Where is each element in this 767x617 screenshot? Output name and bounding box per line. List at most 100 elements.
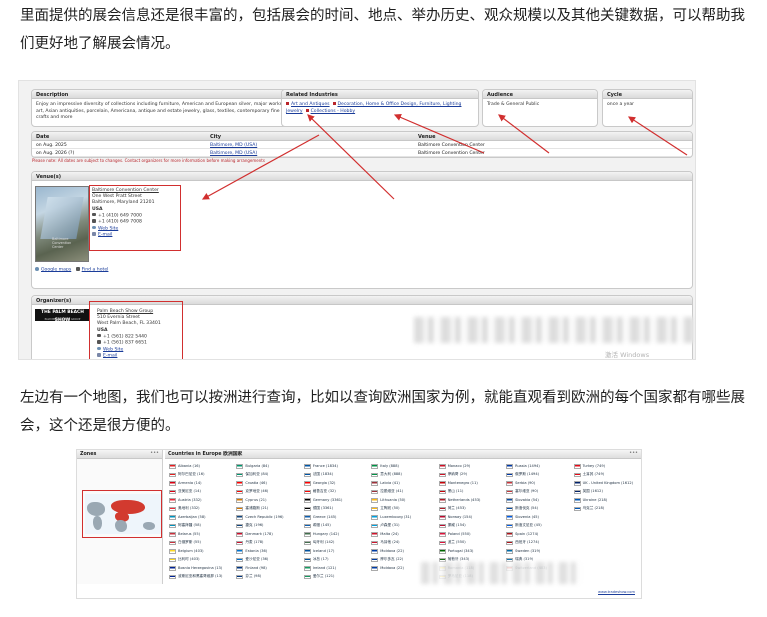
country-item[interactable]: 格鲁吉亚 (32) [303, 488, 369, 497]
country-item[interactable]: 保加利亚 (84) [236, 471, 301, 480]
country-item[interactable]: 克罗地亚 (46) [236, 488, 301, 497]
country-item[interactable]: 黑山 (11) [438, 488, 504, 497]
country-item[interactable]: 冰岛 (17) [303, 556, 369, 565]
country-item[interactable]: 乌克兰 (218) [573, 505, 639, 514]
country-item[interactable]: Estonia (36) [236, 547, 301, 556]
country-item[interactable]: Latvia (41) [371, 479, 436, 488]
country-item[interactable]: Bosnia Herzegovina (13) [169, 564, 234, 573]
country-item[interactable]: Bulgaria (84) [236, 462, 301, 471]
country-item[interactable]: 荷兰 (453) [438, 505, 504, 514]
country-item[interactable]: 芬兰 (98) [236, 573, 301, 582]
country-item[interactable]: 匈牙利 (142) [303, 539, 369, 548]
country-item[interactable]: 爱沙尼亚 (36) [236, 556, 301, 565]
country-item[interactable]: 斯洛伐克 (54) [506, 505, 571, 514]
country-item[interactable]: Armenia (14) [169, 479, 234, 488]
country-item[interactable]: Moldova (22) [371, 547, 436, 556]
country-item[interactable]: 塞尔维亚 (90) [506, 488, 571, 497]
country-label: Slovenia (45) [515, 515, 539, 520]
country-item[interactable]: 卢森堡 (31) [371, 522, 436, 531]
country-item[interactable]: Netherlands (453) [438, 496, 504, 505]
country-item[interactable]: 挪威 (154) [438, 522, 504, 531]
flag-icon [371, 557, 379, 562]
country-item[interactable]: Cyprus (21) [236, 496, 301, 505]
country-item[interactable]: Spain (1274) [506, 530, 571, 539]
flag-icon [303, 549, 311, 554]
country-item[interactable]: Russia (1494) [506, 462, 571, 471]
country-item[interactable]: 阿尔巴尼亚 (16) [169, 471, 234, 480]
country-item[interactable]: 爱尔兰 (121) [303, 573, 369, 582]
country-item[interactable]: Lithuania (50) [371, 496, 436, 505]
country-item[interactable]: Ireland (121) [303, 564, 369, 573]
country-item[interactable]: Denmark (178) [236, 530, 301, 539]
country-item[interactable]: 拉脱维亚 (41) [371, 488, 436, 497]
country-item[interactable]: Portugal (343) [438, 547, 504, 556]
country-label: 西班牙 (1274) [515, 540, 540, 545]
country-item[interactable]: 波斯尼亚和黑塞哥维那 (13) [169, 573, 234, 582]
country-item[interactable]: 西班牙 (1274) [506, 539, 571, 548]
country-item[interactable]: 德国 (3361) [303, 505, 369, 514]
flag-icon [438, 532, 446, 537]
flag-icon [438, 515, 446, 520]
country-item[interactable]: 阿塞拜疆 (58) [169, 522, 234, 531]
country-item[interactable]: 斯洛文尼亚 (45) [506, 522, 571, 531]
country-label: Austria (332) [178, 498, 202, 503]
country-item[interactable]: Italy (888) [371, 462, 436, 471]
country-item[interactable]: UK - United Kingdom (1612) [573, 479, 639, 488]
country-item[interactable]: 俄罗斯 (1494) [506, 471, 571, 480]
country-item[interactable]: 马耳他 (24) [371, 539, 436, 548]
country-label: Russia (1494) [515, 464, 540, 469]
flag-icon [236, 566, 244, 571]
country-item[interactable]: Greece (145) [303, 513, 369, 522]
flag-icon [573, 498, 581, 503]
country-item[interactable]: Azerbaijan (58) [169, 513, 234, 522]
footer-link[interactable]: www.tradeshow.com [598, 590, 635, 594]
country-item[interactable]: 捷克 (196) [236, 522, 301, 531]
country-item[interactable]: Austria (332) [169, 496, 234, 505]
country-item[interactable]: 奥地利 (332) [169, 505, 234, 514]
country-item[interactable]: 亚美尼亚 (14) [169, 488, 234, 497]
country-item[interactable]: Belarus (55) [169, 530, 234, 539]
country-item[interactable]: 英国 (1612) [573, 488, 639, 497]
country-item[interactable]: Finland (98) [236, 564, 301, 573]
country-item[interactable]: Poland (550) [438, 530, 504, 539]
country-item[interactable]: 波兰 (550) [438, 539, 504, 548]
country-item[interactable]: Sweden (319) [506, 547, 571, 556]
country-item[interactable]: Georgia (32) [303, 479, 369, 488]
country-item[interactable]: Iceland (17) [303, 547, 369, 556]
flag-icon [371, 506, 379, 511]
country-label: Latvia (41) [380, 481, 400, 486]
country-item[interactable]: Slovakia (54) [506, 496, 571, 505]
country-item[interactable]: Albania (16) [169, 462, 234, 471]
flag-icon [506, 506, 514, 511]
country-item[interactable]: Czech Republic (196) [236, 513, 301, 522]
country-item[interactable]: 摩纳哥 (29) [438, 471, 504, 480]
country-item[interactable]: Croatia (46) [236, 479, 301, 488]
country-item[interactable]: 法国 (1834) [303, 471, 369, 480]
country-item[interactable]: Serbia (90) [506, 479, 571, 488]
country-item[interactable]: Monaco (29) [438, 462, 504, 471]
country-item[interactable]: 土耳其 (749) [573, 471, 639, 480]
country-item[interactable]: 白俄罗斯 (55) [169, 539, 234, 548]
country-item[interactable]: Montenegro (11) [438, 479, 504, 488]
flag-icon [303, 523, 311, 528]
country-item[interactable]: Slovenia (45) [506, 513, 571, 522]
country-item[interactable]: 希腊 (145) [303, 522, 369, 531]
country-item[interactable]: Ukraine (218) [573, 496, 639, 505]
country-label: 白俄罗斯 (55) [178, 540, 201, 545]
country-item[interactable]: 比利时 (403) [169, 556, 234, 565]
country-item[interactable]: Germany (3361) [303, 496, 369, 505]
country-item[interactable]: Malta (24) [371, 530, 436, 539]
country-item[interactable]: Hungary (142) [303, 530, 369, 539]
country-item[interactable]: 塞浦路斯 (21) [236, 505, 301, 514]
country-item[interactable]: 立陶宛 (50) [371, 505, 436, 514]
flag-icon [169, 498, 176, 503]
country-item[interactable]: Luxembourg (31) [371, 513, 436, 522]
country-item[interactable]: Belgium (403) [169, 547, 234, 556]
country-item[interactable]: Turkey (749) [573, 462, 639, 471]
country-item[interactable]: Norway (154) [438, 513, 504, 522]
country-item[interactable]: France (1834) [303, 462, 369, 471]
flag-icon [303, 574, 311, 579]
country-item [574, 556, 639, 565]
country-item[interactable]: 丹麦 (178) [236, 539, 301, 548]
country-item[interactable]: 意大利 (888) [371, 471, 436, 480]
